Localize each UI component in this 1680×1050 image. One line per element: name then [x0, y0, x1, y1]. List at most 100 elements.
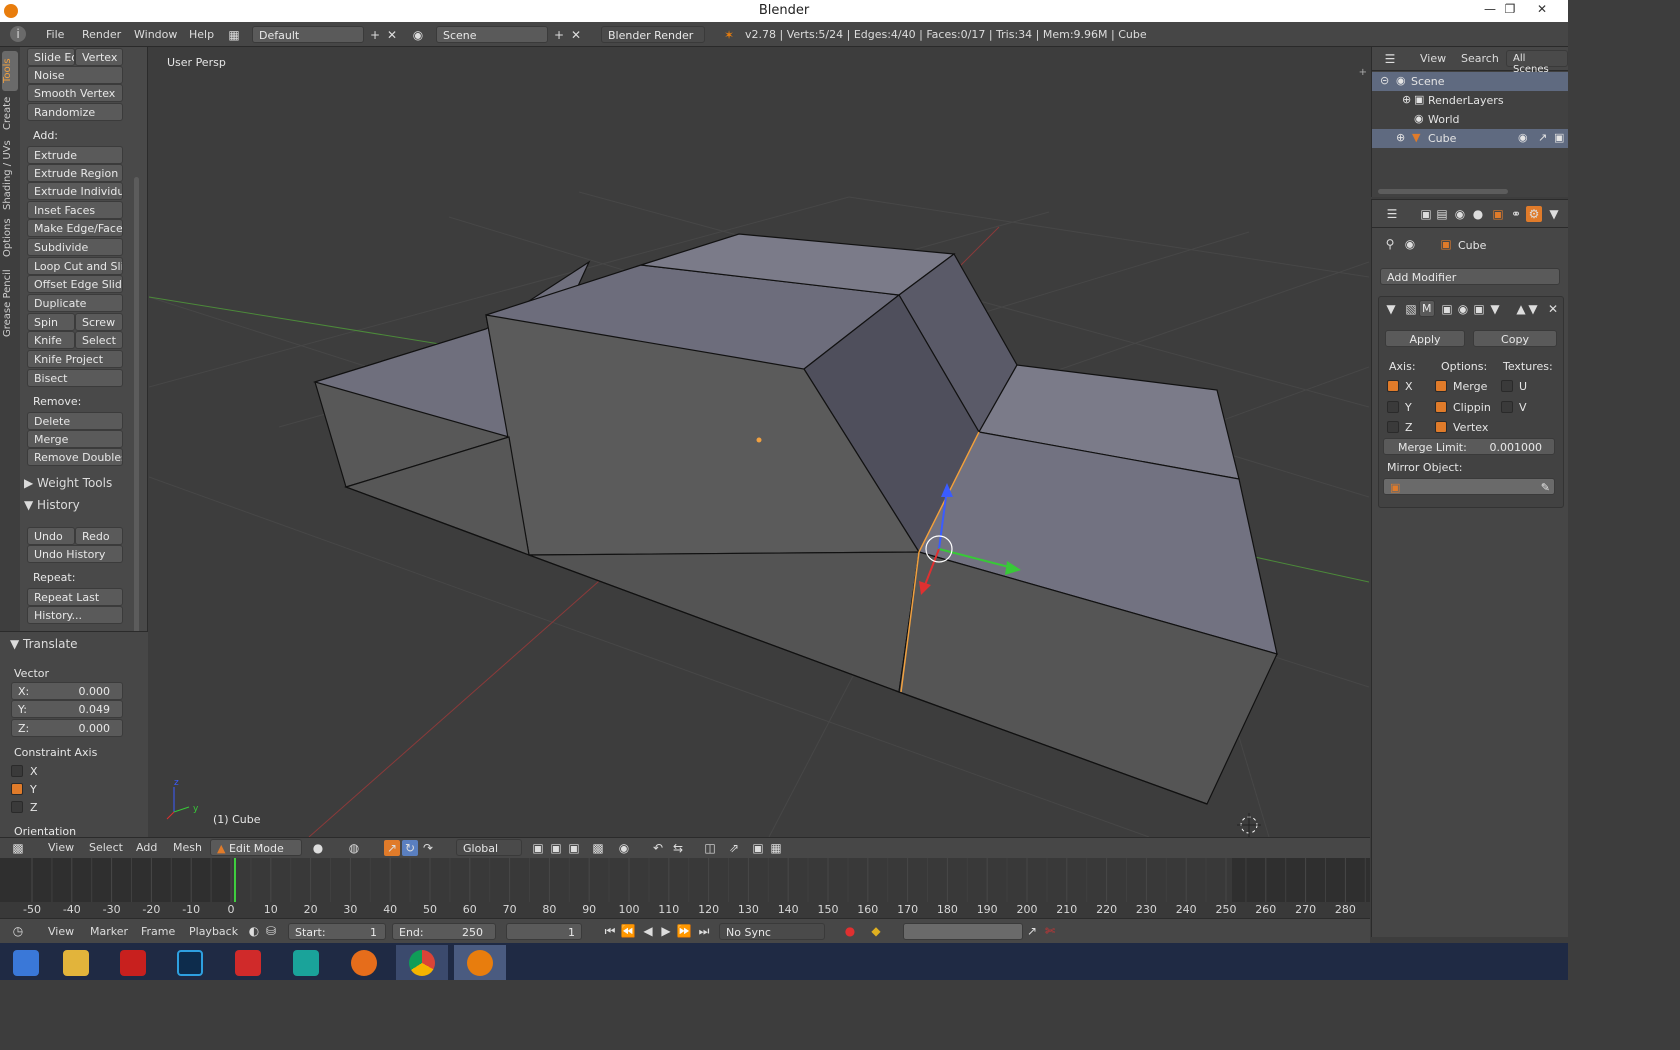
start-button[interactable] — [0, 945, 52, 980]
viewport-scene[interactable]: z y — [149, 47, 1369, 837]
timeline-ruler[interactable]: -50 -40 -30 -20 -10 0 10 20 30 40 50 60 70 80 90 100 110… — [0, 858, 1370, 918]
pivot-icon[interactable]: ◍ — [346, 840, 362, 856]
undo-button[interactable]: Undo — [27, 527, 75, 545]
delete-button[interactable]: Delete — [27, 412, 123, 430]
show-editmode-icon[interactable]: ▣ — [1471, 301, 1487, 317]
proportional-edit-icon[interactable]: ◉ — [616, 840, 632, 856]
3d-viewport[interactable]: z y User Persp (1) Cube + — [149, 47, 1369, 837]
play-icon[interactable]: ▶ — [658, 923, 674, 939]
clipping-checkbox[interactable] — [1435, 401, 1447, 413]
modifiers-tab-icon[interactable]: ⚙ — [1526, 206, 1542, 222]
knife-select-button[interactable]: Select — [75, 331, 123, 349]
display-mode-select[interactable]: All Scenes — [1506, 50, 1568, 75]
texture-u-checkbox[interactable] — [1501, 380, 1513, 392]
info-editor-icon[interactable]: i — [10, 26, 26, 42]
tool-shelf-scrollbar[interactable] — [134, 177, 139, 657]
noise-button[interactable]: Noise — [27, 66, 123, 84]
vector-x-field[interactable]: X: 0.000 — [11, 682, 123, 700]
vector-y-field[interactable]: Y: 0.049 — [11, 700, 123, 718]
axis-z-checkbox[interactable] — [1387, 421, 1399, 433]
edge-select-icon[interactable]: ▣ — [548, 840, 564, 856]
proportional-falloff-icon[interactable]: ↶ — [650, 840, 666, 856]
manipulator-rotate-icon[interactable]: ↻ — [402, 840, 418, 856]
taskbar-chrome[interactable] — [396, 945, 448, 980]
inset-faces-button[interactable]: Inset Faces — [27, 201, 123, 219]
menu-mesh[interactable]: Mesh — [173, 841, 202, 854]
constraint-y-checkbox[interactable] — [11, 783, 23, 795]
tab-shading-uvs[interactable]: Shading / UVs — [2, 139, 18, 211]
outliner-row-renderlayers[interactable]: ⊕ ▣ RenderLayers — [1372, 91, 1568, 110]
remove-layout-icon[interactable]: ✕ — [384, 27, 400, 43]
taskbar-maya[interactable] — [280, 945, 332, 980]
insert-keyframe-icon[interactable]: ↗ — [1024, 923, 1040, 939]
taskbar-photoshop[interactable] — [164, 945, 216, 980]
render-engine-select[interactable]: Blender Render — [601, 26, 705, 43]
snap-icon[interactable]: ◫ — [702, 840, 718, 856]
tab-grease-pencil[interactable]: Grease Pencil — [2, 267, 18, 339]
modifier-name-field[interactable]: M — [1419, 300, 1435, 317]
current-frame-field[interactable]: 1 — [506, 923, 582, 940]
extrude-individual-button[interactable]: Extrude Individual — [27, 182, 123, 200]
copy-button[interactable]: Copy — [1473, 330, 1557, 347]
taskbar-blender[interactable] — [454, 945, 506, 980]
mirror-object-field[interactable]: ▣ ✎ — [1383, 478, 1555, 495]
jump-keyframe-forward-icon[interactable]: ⏩ — [676, 923, 692, 939]
show-cage-icon[interactable]: ▼ — [1487, 301, 1503, 317]
remove-modifier-icon[interactable]: ✕ — [1545, 301, 1561, 317]
knife-button[interactable]: Knife — [27, 331, 75, 349]
menu-playback[interactable]: Playback — [189, 925, 238, 938]
screen-layout-icon[interactable]: ▦ — [226, 27, 242, 43]
vertex-groups-checkbox[interactable] — [1435, 421, 1447, 433]
remove-doubles-button[interactable]: Remove Doubles — [27, 448, 123, 466]
sync-select[interactable]: No Sync — [719, 923, 825, 940]
merge-button[interactable]: Merge — [27, 430, 123, 448]
keyframe-channel-icon[interactable]: ◐ — [246, 923, 262, 939]
outliner-scrollbar[interactable] — [1378, 189, 1508, 194]
randomize-button[interactable]: Randomize — [27, 103, 123, 121]
menu-help[interactable]: Help — [189, 28, 214, 41]
play-reverse-icon[interactable]: ◀ — [640, 923, 656, 939]
timeline-editor-icon[interactable]: ◷ — [10, 923, 26, 939]
data-tab-icon[interactable]: ▼ — [1546, 206, 1562, 222]
texture-v-checkbox[interactable] — [1501, 401, 1513, 413]
history-list-button[interactable]: History... — [27, 606, 123, 624]
make-edge-face-button[interactable]: Make Edge/Face — [27, 219, 123, 237]
start-frame-field[interactable]: Start: 1 — [288, 923, 386, 940]
move-down-icon[interactable]: ▼ — [1525, 301, 1541, 317]
menu-window[interactable]: Window — [134, 28, 177, 41]
face-select-icon[interactable]: ▣ — [566, 840, 582, 856]
vertex-select-icon[interactable]: ▣ — [530, 840, 546, 856]
manipulator-scale-icon[interactable]: ↷ — [420, 840, 436, 856]
orientation-select[interactable]: Global — [456, 839, 522, 856]
outliner-editor-icon[interactable]: ☰ — [1382, 51, 1398, 67]
collapse-modifier-icon[interactable]: ▼ — [1383, 301, 1399, 317]
spin-button[interactable]: Spin — [27, 313, 75, 331]
outliner-search-menu[interactable]: Search — [1461, 52, 1499, 65]
collapse-icon[interactable]: ⊝ — [1380, 74, 1389, 87]
redo-button[interactable]: Redo — [75, 527, 123, 545]
extrude-region-button[interactable]: Extrude Region — [27, 164, 123, 182]
expand-icon[interactable]: ⊕ — [1402, 93, 1411, 106]
selectable-cursor-icon[interactable]: ↗ — [1538, 131, 1547, 144]
subdivide-button[interactable]: Subdivide — [27, 238, 123, 256]
repeat-last-button[interactable]: Repeat Last — [27, 588, 123, 606]
operator-panel-header[interactable]: ▼ Translate — [10, 637, 78, 651]
menu-timeline-view[interactable]: View — [48, 925, 74, 938]
cube-mesh[interactable] — [312, 233, 1278, 805]
tab-create[interactable]: Create — [2, 93, 18, 133]
show-viewport-icon[interactable]: ◉ — [1455, 301, 1471, 317]
history-panel-header[interactable]: ▼ History — [24, 498, 128, 517]
axis-y-checkbox[interactable] — [1387, 401, 1399, 413]
object-tab-icon[interactable]: ▣ — [1490, 206, 1506, 222]
pin-icon[interactable]: ⚲ — [1382, 236, 1398, 252]
vector-z-field[interactable]: Z: 0.000 — [11, 719, 123, 737]
end-frame-field[interactable]: End: 250 — [392, 923, 496, 940]
taskbar-file-explorer[interactable] — [50, 945, 102, 980]
slide-edge-button[interactable]: Slide Ed — [27, 48, 75, 66]
render-icon[interactable]: ▣ — [750, 840, 766, 856]
menu-select[interactable]: Select — [89, 841, 123, 854]
extrude-button[interactable]: Extrude — [27, 146, 123, 164]
world-tab-icon[interactable]: ● — [1470, 206, 1486, 222]
constraint-x-checkbox[interactable] — [11, 765, 23, 777]
offset-edge-slide-button[interactable]: Offset Edge Slide — [27, 275, 123, 293]
